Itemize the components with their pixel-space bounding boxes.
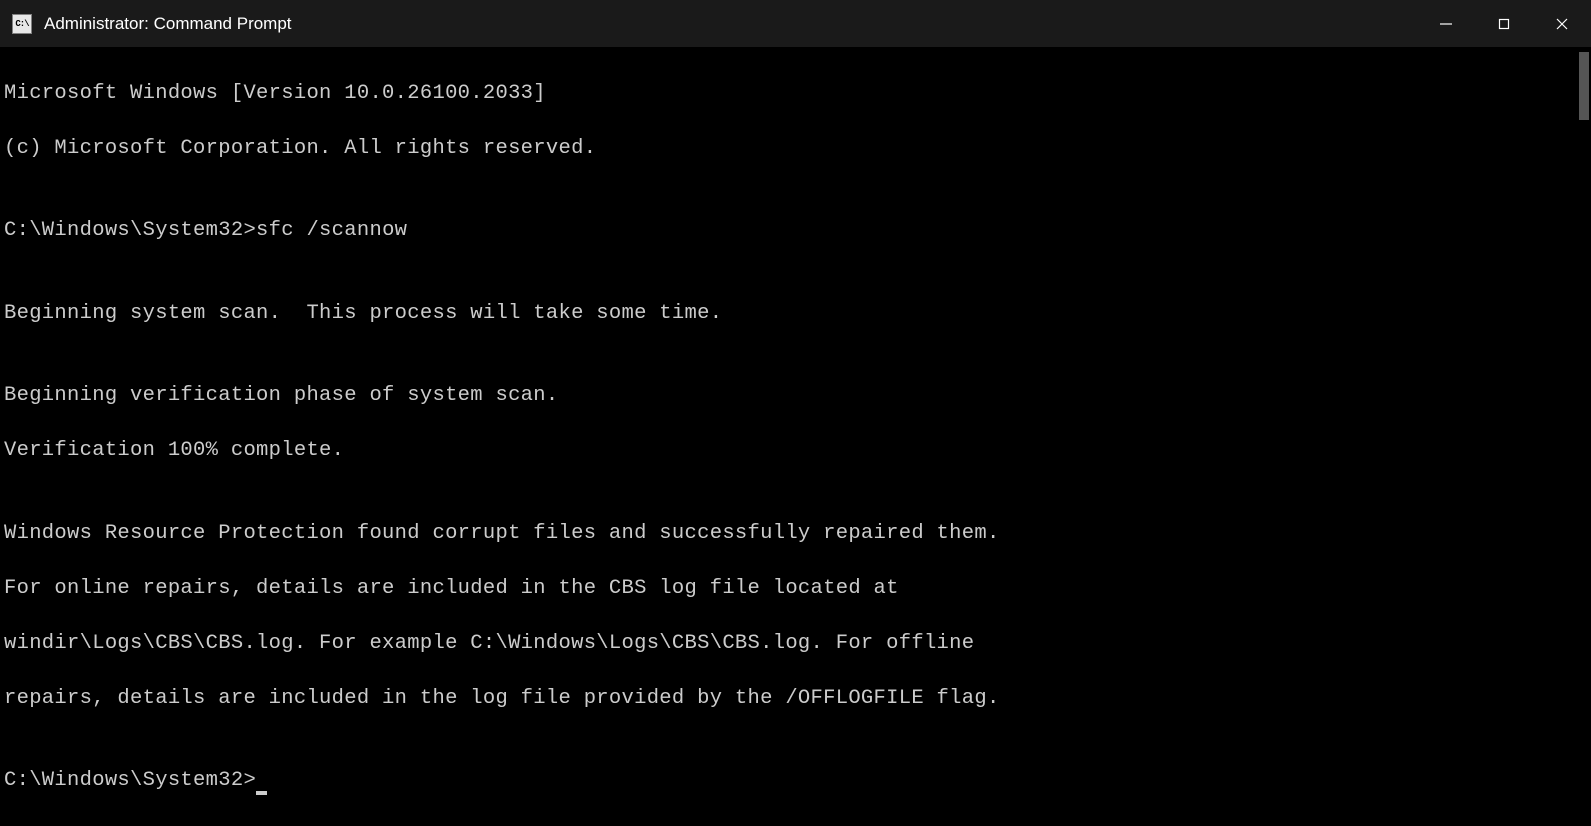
titlebar-left: C:\ Administrator: Command Prompt [0, 14, 292, 34]
prompt-path: C:\Windows\System32> [4, 219, 256, 242]
output-line: Microsoft Windows [Version 10.0.26100.20… [4, 80, 1587, 108]
cmd-app-icon: C:\ [12, 14, 32, 34]
minimize-button[interactable] [1417, 0, 1475, 47]
output-line: repairs, details are included in the log… [4, 685, 1587, 713]
output-line: Verification 100% complete. [4, 437, 1587, 465]
terminal-output[interactable]: Microsoft Windows [Version 10.0.26100.20… [0, 48, 1591, 826]
minimize-icon [1439, 17, 1453, 31]
terminal-cursor [256, 791, 267, 795]
output-line: Windows Resource Protection found corrup… [4, 520, 1587, 548]
maximize-button[interactable] [1475, 0, 1533, 47]
close-icon [1555, 17, 1569, 31]
output-line: windir\Logs\CBS\CBS.log. For example C:\… [4, 630, 1587, 658]
prompt-line: C:\Windows\System32>sfc /scannow [4, 217, 1587, 245]
window-controls [1417, 0, 1591, 47]
close-button[interactable] [1533, 0, 1591, 47]
prompt-path: C:\Windows\System32> [4, 769, 256, 792]
window-title: Administrator: Command Prompt [44, 14, 292, 34]
output-line: For online repairs, details are included… [4, 575, 1587, 603]
vertical-scrollbar[interactable] [1579, 52, 1589, 120]
output-line: Beginning system scan. This process will… [4, 300, 1587, 328]
prompt-command: sfc /scannow [256, 219, 407, 242]
active-prompt-line: C:\Windows\System32> [4, 767, 1587, 795]
maximize-icon [1497, 17, 1511, 31]
window-titlebar: C:\ Administrator: Command Prompt [0, 0, 1591, 48]
output-line: Beginning verification phase of system s… [4, 382, 1587, 410]
output-line: (c) Microsoft Corporation. All rights re… [4, 135, 1587, 163]
